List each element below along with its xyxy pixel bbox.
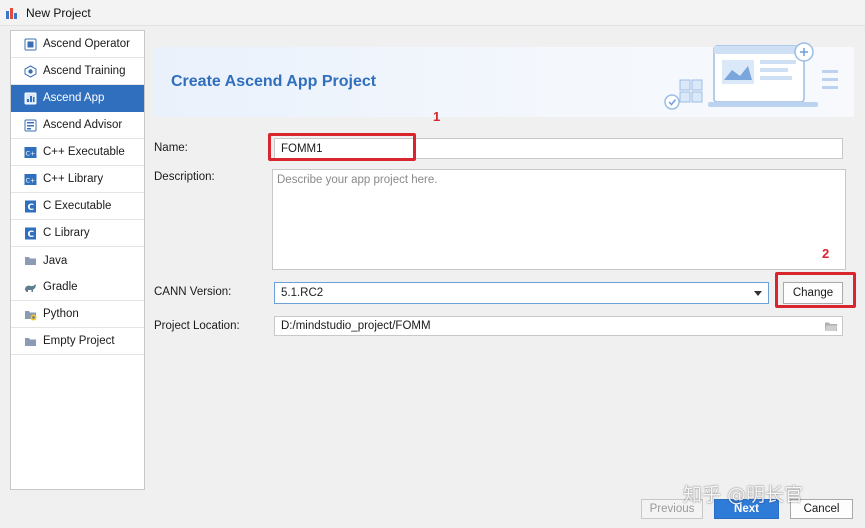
cpp-icon: C++ [24,146,38,158]
project-location-label: Project Location: [154,320,240,332]
svg-text:C: C [28,203,35,213]
folder-icon [25,337,36,346]
ascend-operator-icon [24,38,37,50]
description-label: Description: [154,171,215,183]
project-location-field[interactable]: D:/mindstudio_project/FOMM [274,316,843,336]
project-location-value: D:/mindstudio_project/FOMM [281,320,431,332]
sidebar-item-label: C++ Executable [43,146,125,158]
annotation-box-change [775,272,856,308]
sidebar-item-ascend-app[interactable]: Ascend App [11,85,144,112]
sidebar-item-empty-project[interactable]: Empty Project [11,328,144,355]
window-title: New Project [26,5,91,20]
sidebar-item-cpp-library[interactable]: C++ C++ Library [11,166,144,193]
ascend-training-icon [24,64,37,78]
sidebar-item-python[interactable]: Python [11,301,144,328]
project-type-list: Ascend Operator Ascend Training Ascend A… [10,30,145,490]
sidebar-item-label: Python [43,308,79,320]
title-bar: New Project [0,0,865,26]
folder-browse-icon[interactable] [824,321,838,332]
watermark: 知乎 @明长官 [683,484,804,506]
sidebar-item-label: Ascend Training [43,65,126,77]
cann-version-value: 5.1.RC2 [281,287,324,299]
ascend-app-icon [24,92,37,104]
sidebar-item-gradle[interactable]: Gradle [11,274,144,301]
sidebar-item-cpp-executable[interactable]: C++ C++ Executable [11,139,144,166]
annotation-marker-1: 1 [433,109,441,124]
chevron-down-icon [754,291,762,296]
sidebar-item-label: Gradle [43,281,78,293]
app-illustration-icon [664,42,838,110]
sidebar-item-label: C++ Library [43,173,104,185]
c-icon: C [25,200,36,213]
app-logo-icon [6,7,17,19]
page-title: Create Ascend App Project [171,73,377,90]
sidebar-item-label: Empty Project [43,335,115,347]
annotation-marker-2: 2 [822,246,830,261]
c-icon: C [25,227,36,240]
python-icon [25,310,37,320]
cpp-icon: C++ [24,173,38,185]
annotation-box-name [268,133,416,161]
sidebar-item-ascend-advisor[interactable]: Ascend Advisor [11,112,144,139]
svg-text:C: C [28,230,35,240]
sidebar-item-label: Ascend Advisor [43,119,123,131]
cann-version-select[interactable]: 5.1.RC2 [274,282,769,304]
sidebar-item-c-library[interactable]: C C Library [11,220,144,247]
sidebar-item-label: Ascend Operator [43,38,130,50]
sidebar-item-label: Ascend App [43,92,105,104]
ascend-advisor-icon [24,119,37,131]
cann-version-label: CANN Version: [154,286,232,298]
sidebar-item-label: C Executable [43,200,112,212]
svg-text:C++: C++ [26,176,38,184]
sidebar-item-label: Java [43,254,68,267]
sidebar-item-ascend-training[interactable]: Ascend Training [11,58,144,85]
gradle-icon [25,283,36,292]
sidebar-item-ascend-operator[interactable]: Ascend Operator [11,31,144,58]
name-label: Name: [154,142,188,154]
sidebar-item-label: C Library [43,227,90,239]
header-banner: Create Ascend App Project [154,42,854,117]
description-field[interactable] [272,169,846,270]
svg-text:C++: C++ [26,149,38,157]
sidebar-item-java[interactable]: Java [11,247,144,274]
folder-icon [25,257,36,265]
sidebar-item-c-executable[interactable]: C C Executable [11,193,144,220]
